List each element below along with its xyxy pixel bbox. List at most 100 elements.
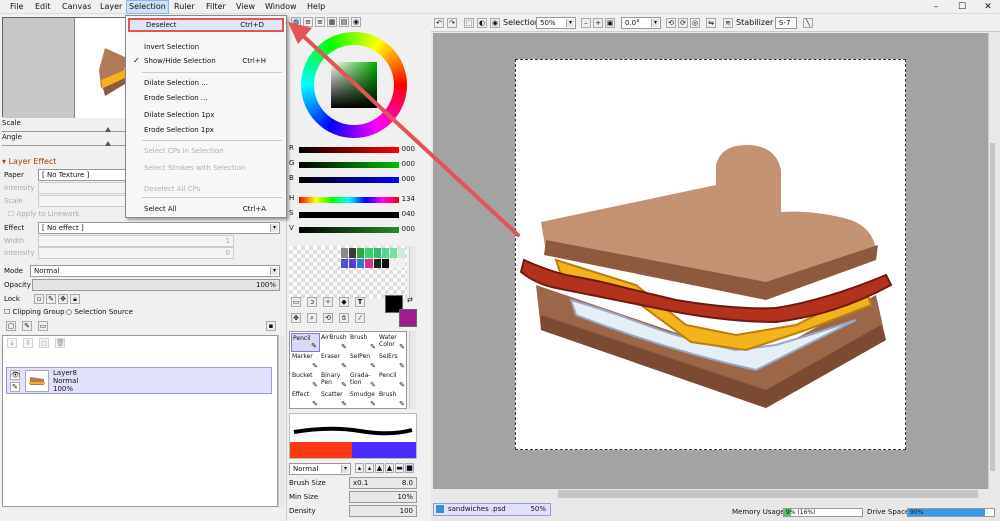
text-tool-icon[interactable]: T bbox=[355, 297, 365, 307]
menu-item-select-all[interactable]: Select All Ctrl+A bbox=[128, 202, 284, 216]
tool-eraser[interactable]: Eraser ✎ bbox=[320, 352, 349, 371]
menu-canvas[interactable]: Canvas bbox=[60, 0, 93, 14]
tool-scatter[interactable]: Scatter ✎ bbox=[320, 390, 349, 409]
layer-row[interactable]: 👁︎ ✎ Layer8 Normal 100% bbox=[6, 367, 272, 394]
blue-slider[interactable]: B 000 bbox=[289, 174, 417, 186]
tool-pencil[interactable]: Pencil ✎ bbox=[291, 333, 320, 352]
swatch[interactable] bbox=[341, 258, 349, 268]
effect-select[interactable]: [ No effect ] ▾ bbox=[38, 222, 280, 234]
redo-icon[interactable]: ↷ bbox=[447, 18, 457, 28]
selection-source-checkbox[interactable]: ○ Selection Source bbox=[66, 306, 133, 318]
color-wheel[interactable] bbox=[301, 32, 407, 138]
rotate-icon[interactable]: ⟲ bbox=[323, 313, 333, 323]
new-layer-icon[interactable]: ▢ bbox=[6, 321, 16, 331]
close-icon[interactable]: ✕ bbox=[980, 2, 996, 12]
secondary-color-swatch[interactable] bbox=[399, 309, 417, 327]
transfer-down-icon[interactable]: ⇣ bbox=[7, 338, 17, 348]
new-linework-layer-icon[interactable]: ✎ bbox=[22, 321, 32, 331]
menu-item-dilate-selection[interactable]: Dilate Selection ... bbox=[128, 76, 284, 90]
menu-item-dilate-selection-1px[interactable]: Dilate Selection 1px bbox=[128, 108, 284, 122]
menu-item-erode-selection-1px[interactable]: Erode Selection 1px bbox=[128, 123, 284, 137]
chevron-down-icon[interactable]: ▾ bbox=[270, 267, 278, 275]
eyedropper-icon[interactable]: ⁄ bbox=[355, 313, 365, 323]
lock-icon[interactable]: 🔒︎ bbox=[70, 294, 80, 304]
chevron-down-icon[interactable]: ▾ bbox=[341, 465, 349, 473]
chevron-down-icon[interactable]: ▾ bbox=[651, 19, 659, 27]
swatch[interactable] bbox=[349, 258, 357, 268]
saturation-value[interactable]: 040 bbox=[402, 210, 415, 218]
canvas-vertical-thumb[interactable] bbox=[990, 143, 995, 471]
lock-move-icon[interactable]: ✥ bbox=[58, 294, 68, 304]
swatch[interactable] bbox=[381, 258, 389, 268]
green-value[interactable]: 000 bbox=[402, 160, 415, 168]
menu-help[interactable]: Help bbox=[305, 0, 327, 14]
tool-marker[interactable]: Marker ✎ bbox=[291, 352, 320, 371]
green-slider[interactable]: G 000 bbox=[289, 159, 417, 171]
blend-mode-select[interactable]: Normal ▾ bbox=[30, 265, 280, 277]
swatch[interactable] bbox=[397, 248, 405, 258]
swatch[interactable] bbox=[373, 258, 381, 268]
canvas-vertical-scrollbar[interactable] bbox=[988, 33, 995, 489]
tool-grada-tion[interactable]: Grada-tion ✎ bbox=[349, 371, 378, 390]
menu-ruler[interactable]: Ruler bbox=[172, 0, 197, 14]
scratchpad-icon[interactable]: ▤ bbox=[339, 17, 349, 27]
swatch[interactable] bbox=[381, 248, 389, 258]
value-bar[interactable] bbox=[299, 227, 399, 233]
blue-value[interactable]: 000 bbox=[402, 175, 415, 183]
hand-icon[interactable]: ✋︎ bbox=[339, 313, 349, 323]
tool-bucket[interactable]: Bucket ✎ bbox=[291, 371, 320, 390]
layer-list[interactable]: ⇣ ⇩ ◻ 🗑︎ 👁︎ ✎ Layer8 Normal 100% bbox=[2, 335, 278, 507]
brush-shape-icon[interactable]: ■ bbox=[405, 463, 414, 473]
color-wheel-icon[interactable]: ◍ bbox=[291, 17, 301, 27]
tool-brush[interactable]: Brush ✎ bbox=[349, 333, 378, 352]
scale-thumb[interactable] bbox=[105, 127, 111, 132]
color-swatch-icon[interactable]: ▦ bbox=[327, 17, 337, 27]
invert-selection-icon[interactable]: ◐ bbox=[477, 18, 487, 28]
hue-value[interactable]: 134 bbox=[402, 195, 415, 203]
swatch[interactable] bbox=[357, 248, 365, 258]
brush-shape-icon[interactable]: ▴ bbox=[355, 463, 364, 473]
stabilizer-select[interactable]: S-7 bbox=[775, 17, 797, 29]
rect-select-icon[interactable]: ▭ bbox=[291, 297, 301, 307]
swatch[interactable] bbox=[373, 248, 381, 258]
tool-effect[interactable]: Effect ✎ bbox=[291, 390, 320, 409]
layer-list-scrollbar[interactable] bbox=[278, 335, 285, 507]
menu-file[interactable]: File bbox=[8, 0, 25, 14]
paper-select[interactable]: [ No Texture ] bbox=[38, 169, 126, 181]
fill-icon[interactable]: ◆ bbox=[339, 297, 349, 307]
hsv-slider-icon[interactable]: ≡ bbox=[315, 17, 325, 27]
zoom-select[interactable]: 50% ▾ bbox=[536, 17, 576, 29]
angle-thumb[interactable] bbox=[105, 141, 111, 146]
undo-icon[interactable]: ↶ bbox=[434, 18, 444, 28]
brush-size-field[interactable]: x0.1 8.0 bbox=[349, 477, 417, 489]
delete-layer-icon[interactable]: 🗑︎ bbox=[55, 338, 65, 348]
chevron-down-icon[interactable]: ▾ bbox=[566, 19, 574, 27]
canvas-horizontal-scrollbar[interactable] bbox=[433, 489, 988, 499]
red-slider[interactable]: R 000 bbox=[289, 144, 417, 156]
brush-shape-icon[interactable]: ▬ bbox=[395, 463, 404, 473]
swatch[interactable] bbox=[341, 248, 349, 258]
opacity-slider[interactable]: 100% bbox=[32, 279, 280, 291]
pen-icon[interactable]: ✎ bbox=[10, 382, 20, 392]
layer-effect-header[interactable]: ▾ Layer Effect bbox=[2, 157, 56, 166]
red-bar[interactable] bbox=[299, 147, 399, 153]
canvas-horizontal-thumb[interactable] bbox=[558, 490, 978, 498]
density-field[interactable]: 100 bbox=[349, 505, 417, 517]
scale-effect-slider[interactable] bbox=[38, 195, 126, 207]
menu-view[interactable]: View bbox=[234, 0, 257, 14]
tool-pencil[interactable]: Pencil ✎ bbox=[378, 371, 407, 390]
saturation-slider[interactable]: S 040 bbox=[289, 209, 417, 221]
tool-airbrush[interactable]: AirBrush ✎ bbox=[320, 333, 349, 352]
tool-selers[interactable]: SelErs ✎ bbox=[378, 352, 407, 371]
clipping-group-checkbox[interactable]: ☐ Clipping Group bbox=[4, 306, 65, 318]
rotate-reset-icon[interactable]: ◎ bbox=[690, 18, 700, 28]
menu-edit[interactable]: Edit bbox=[33, 0, 53, 14]
tool-water-color[interactable]: Water Color ✎ bbox=[378, 333, 407, 352]
red-value[interactable]: 000 bbox=[402, 145, 415, 153]
hue-slider[interactable]: H 134 bbox=[289, 194, 417, 206]
menu-item-show-hide-selection[interactable]: ✓ Show/Hide Selection Ctrl+H bbox=[128, 54, 284, 68]
min-size-field[interactable]: 10% bbox=[349, 491, 417, 503]
brush-shape-icon[interactable]: ▲ bbox=[385, 463, 394, 473]
menu-filter[interactable]: Filter bbox=[204, 0, 228, 14]
tool-binary-pen[interactable]: Binary Pen ✎ bbox=[320, 371, 349, 390]
